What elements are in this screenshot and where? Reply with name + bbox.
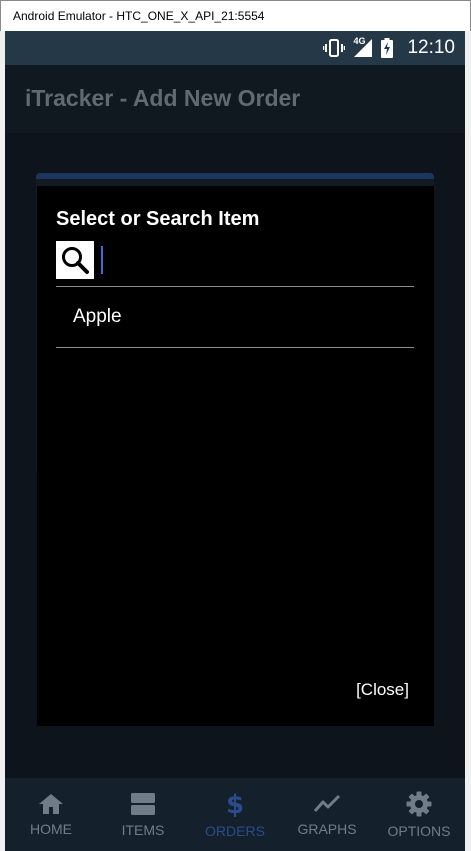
graph-icon (313, 794, 341, 812)
home-icon (39, 793, 63, 814)
vibrate-icon (323, 38, 346, 58)
page-title: iTracker - Add New Order (25, 85, 301, 111)
nav-item-graphs[interactable]: GRAPHS (281, 778, 373, 851)
status-bar: 4G 12:10 (5, 31, 465, 65)
dollar-icon: $ (226, 791, 244, 817)
nav-label-home: HOME (30, 820, 72, 837)
signal-icon: 4G (353, 36, 373, 58)
select-item-dialog: Select or Search Item Apple [Close] (37, 186, 434, 726)
bottom-navigation: HOME ITEMS $ ORDERS GRAPHS OPTIONS (5, 778, 465, 851)
list-item-apple[interactable]: Apple (56, 287, 414, 347)
nav-item-home[interactable]: HOME (5, 778, 97, 851)
search-input[interactable] (101, 241, 414, 279)
divider (56, 347, 414, 348)
status-clock: 12:10 (407, 37, 455, 58)
network-type-label: 4G (353, 36, 366, 46)
app-bar: iTracker - Add New Order (5, 65, 465, 133)
emulator-window-title: Android Emulator - HTC_ONE_X_API_21:5554 (0, 0, 471, 31)
close-button[interactable]: [Close] (356, 680, 409, 700)
nav-item-orders[interactable]: $ ORDERS (189, 778, 281, 851)
battery-charging-icon (381, 38, 394, 58)
nav-label-options: OPTIONS (387, 822, 451, 839)
items-icon (131, 792, 155, 815)
search-row (56, 241, 414, 279)
nav-item-options[interactable]: OPTIONS (373, 778, 465, 851)
text-cursor (101, 246, 103, 274)
nav-label-items: ITEMS (121, 821, 165, 838)
search-icon[interactable] (56, 241, 94, 279)
gear-icon (406, 791, 432, 816)
dialog-title: Select or Search Item (56, 208, 260, 230)
svg-text:$: $ (226, 791, 244, 817)
nav-label-graphs: GRAPHS (297, 820, 357, 837)
nav-label-orders: ORDERS (205, 822, 265, 839)
device-screen: 4G 12:10 iTracker - Add New Order Select… (5, 31, 465, 851)
nav-item-items[interactable]: ITEMS (97, 778, 189, 851)
